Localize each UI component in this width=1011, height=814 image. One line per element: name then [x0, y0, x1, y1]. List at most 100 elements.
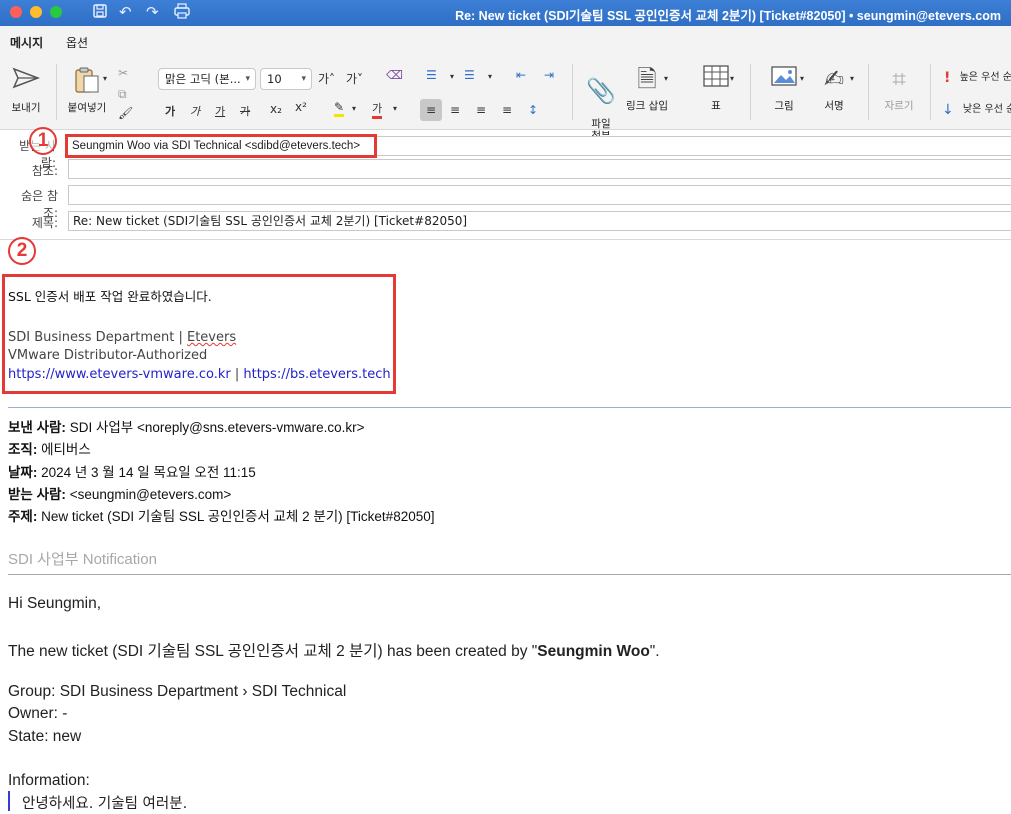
ticket-group: Group: SDI Business Department › SDI Tec…	[8, 683, 347, 700]
font-size-select[interactable]: 10 ▾	[260, 68, 312, 90]
chevron-down-icon[interactable]: ▾	[450, 72, 454, 81]
signature-link-separator: |	[230, 367, 244, 382]
annotation-marker-2: 2	[8, 237, 36, 265]
title-bar: ↶ ↷ Re: New ticket (SDI기술팀 SSL 공인인증서 교체 …	[0, 0, 1011, 26]
font-name-select[interactable]: 맑은 고딕 (본... ▾	[158, 68, 256, 90]
subject-label: 제목:	[31, 216, 58, 230]
cc-label: 참조:	[31, 164, 58, 178]
increase-indent-icon[interactable]: ⇥	[544, 68, 554, 82]
undo-icon[interactable]: ↶	[119, 3, 132, 21]
picture-button[interactable]: 그림	[762, 64, 806, 112]
send-button[interactable]: 보내기	[6, 66, 46, 114]
original-from-label: 보낸 사람:	[8, 420, 66, 435]
signature-button[interactable]: ✍ 서명	[814, 64, 854, 112]
bold-button[interactable]: 가	[165, 103, 175, 119]
line-spacing-icon[interactable]: ↕	[528, 99, 538, 121]
original-date-label: 날짜:	[8, 465, 38, 480]
signature-label: 서명	[824, 100, 844, 112]
original-from-value: SDI 사업부 <noreply@sns.etevers-vmware.co.k…	[65, 420, 365, 435]
signature-link-bs[interactable]: https://bs.etevers.tech	[243, 367, 390, 382]
header-divider	[0, 239, 1011, 240]
signature-link-vmware[interactable]: https://www.etevers-vmware.co.kr	[8, 367, 231, 382]
ribbon-divider	[930, 64, 931, 120]
cut-icon[interactable]: ✂	[118, 66, 128, 80]
minimize-window-button[interactable]	[30, 6, 42, 18]
signature-department: SDI Business Department |	[8, 330, 187, 345]
crop-button[interactable]: ⌗ 자르기	[876, 64, 922, 112]
insert-link-button[interactable]: 🗎 링크 삽입	[622, 64, 672, 112]
table-button[interactable]: 표	[694, 64, 738, 112]
bcc-field[interactable]	[68, 185, 1011, 205]
insert-link-label: 링크 삽입	[626, 100, 668, 112]
clear-formatting-icon[interactable]: ⌫	[386, 68, 403, 82]
quote-bar	[8, 791, 10, 811]
ticket-creator: Seungmin Woo	[537, 643, 650, 660]
original-org-value: 에티버스	[37, 442, 91, 457]
shrink-font-button[interactable]: 가˅	[346, 70, 363, 87]
signature-links: https://www.etevers-vmware.co.kr | https…	[8, 367, 391, 382]
zoom-window-button[interactable]	[50, 6, 62, 18]
low-priority-button[interactable]: ↓ 낮은 우선 순	[942, 102, 1011, 118]
reply-text[interactable]: SSL 인증서 배포 작업 완료하였습니다.	[8, 286, 212, 305]
ticket-state: State: new	[8, 728, 82, 745]
window-title: Re: New ticket (SDI기술팀 SSL 공인인증서 교체 2분기)…	[455, 9, 1001, 23]
chevron-down-icon[interactable]: ▾	[393, 104, 397, 113]
numbered-list-icon[interactable]: ☰	[464, 68, 475, 82]
justify-icon[interactable]: ≡	[502, 99, 512, 121]
send-icon	[6, 66, 46, 96]
align-center-icon[interactable]: ≡	[450, 99, 460, 121]
paste-button[interactable]: 붙여넣기	[64, 66, 110, 114]
cc-field[interactable]	[68, 159, 1011, 179]
ribbon-divider	[572, 64, 573, 120]
italic-button[interactable]: 가	[190, 103, 200, 119]
low-priority-label: 낮은 우선 순	[962, 104, 1011, 115]
exclamation-icon: !	[944, 70, 951, 86]
copy-icon[interactable]: ⧉	[118, 87, 127, 102]
subscript-button[interactable]: x₂	[270, 102, 282, 116]
crop-icon: ⌗	[892, 65, 906, 93]
align-right-icon[interactable]: ≡	[476, 99, 486, 121]
paperclip-icon: 📎	[586, 77, 616, 105]
underline-button[interactable]: 가	[215, 103, 225, 119]
chevron-down-icon[interactable]: ▾	[730, 74, 734, 83]
strikethrough-button[interactable]: 가	[240, 103, 250, 119]
format-painter-icon[interactable]: 🖌	[118, 106, 133, 120]
superscript-button[interactable]: x²	[295, 100, 307, 114]
original-subject-value: New ticket (SDI 기술팀 SSL 공인인증서 교체 2 분기) […	[37, 509, 435, 524]
chevron-down-icon[interactable]: ▾	[488, 72, 492, 81]
high-priority-button[interactable]: ! 높은 우선 순	[944, 70, 1011, 86]
font-name-value: 맑은 고딕 (본...	[165, 72, 241, 86]
redo-icon[interactable]: ↷	[146, 3, 159, 21]
to-recipient-token[interactable]: Seungmin Woo via SDI Technical <sdibd@et…	[65, 134, 377, 158]
save-icon[interactable]	[92, 3, 108, 23]
signature-icon: ✍	[823, 65, 845, 93]
original-org: 조직: 에티버스	[8, 438, 91, 458]
original-to-label: 받는 사람:	[8, 487, 66, 502]
paste-dropdown-icon[interactable]: ▾	[103, 74, 107, 83]
signature-line2: VMware Distributor-Authorized	[8, 348, 208, 363]
chevron-down-icon[interactable]: ▾	[800, 74, 804, 83]
highlight-icon[interactable]: ✎	[334, 100, 345, 117]
tab-options[interactable]: 옵션	[66, 34, 88, 51]
chevron-down-icon[interactable]: ▾	[352, 104, 356, 113]
grow-font-button[interactable]: 가˄	[318, 70, 335, 87]
table-label: 표	[711, 100, 721, 112]
paste-label: 붙여넣기	[67, 102, 107, 114]
original-to: 받는 사람: <seungmin@etevers.com>	[8, 483, 231, 503]
bullet-list-icon[interactable]: ☰	[426, 68, 437, 82]
crop-label: 자르기	[884, 100, 914, 112]
annotation-marker-1: 1	[29, 127, 57, 155]
decrease-indent-icon[interactable]: ⇤	[516, 68, 526, 82]
print-icon[interactable]	[173, 3, 191, 23]
original-subject: 주제: New ticket (SDI 기술팀 SSL 공인인증서 교체 2 분…	[8, 505, 434, 525]
close-window-button[interactable]	[10, 6, 22, 18]
ticket-created-suffix: ".	[649, 643, 660, 660]
font-color-button[interactable]: 가	[372, 100, 383, 119]
original-subject-label: 주제:	[8, 509, 38, 524]
chevron-down-icon[interactable]: ▾	[850, 74, 854, 83]
attach-file-button[interactable]: 📎 파일 첨부	[584, 64, 618, 142]
tab-message[interactable]: 메시지	[7, 34, 46, 58]
subject-field[interactable]: Re: New ticket (SDI기술팀 SSL 공인인증서 교체 2분기)…	[68, 211, 1011, 231]
align-left-icon[interactable]: ≡	[420, 99, 442, 121]
chevron-down-icon[interactable]: ▾	[664, 74, 668, 83]
